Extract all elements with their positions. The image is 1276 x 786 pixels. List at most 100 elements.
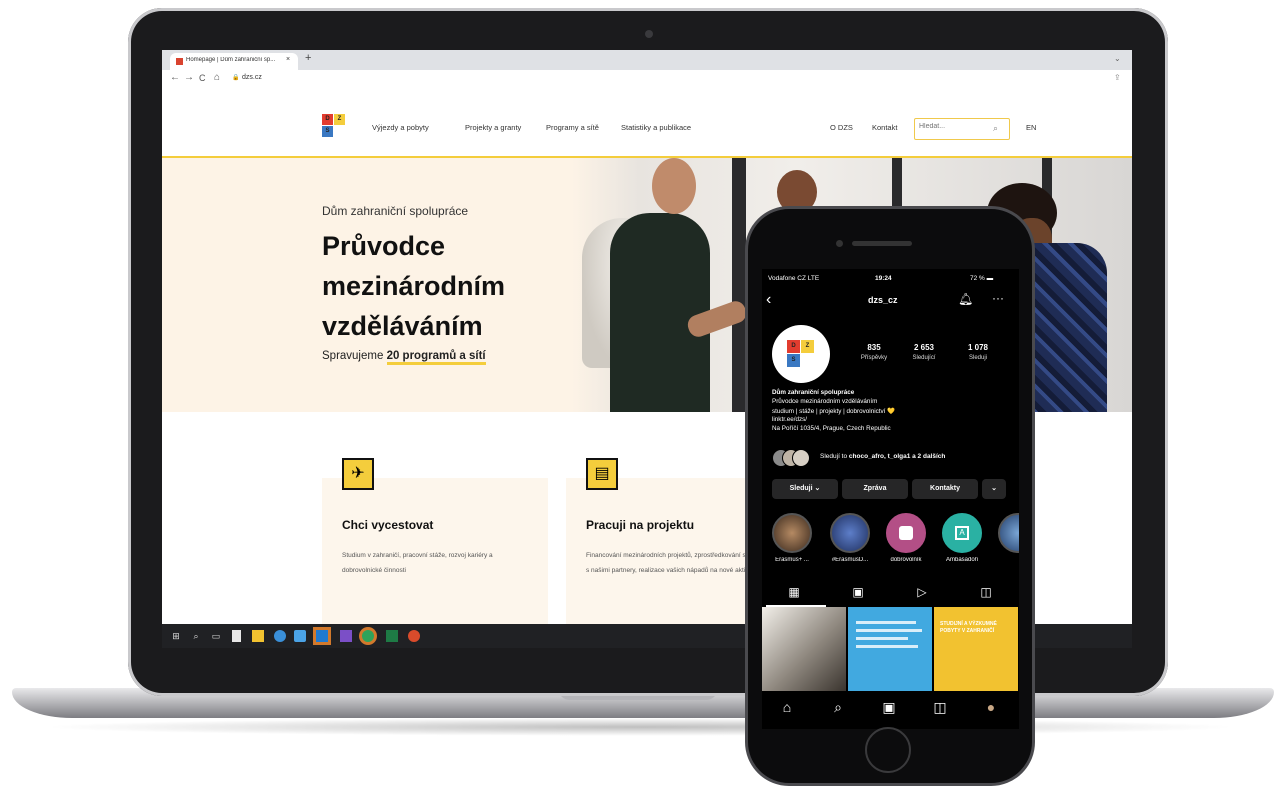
- more-icon[interactable]: ···: [992, 291, 1004, 305]
- nav-item-o-dzs[interactable]: O DZS: [830, 123, 853, 132]
- file-icon[interactable]: [232, 630, 241, 642]
- search-box[interactable]: ⌕: [914, 118, 1010, 140]
- post-image: [762, 607, 846, 691]
- app-icon[interactable]: [408, 630, 420, 642]
- person-body: [610, 213, 710, 412]
- status-time: 19:24: [875, 275, 892, 282]
- chrome-icon[interactable]: [362, 630, 374, 642]
- travel-icon: ✈: [342, 458, 374, 490]
- post-text-line: [856, 621, 916, 624]
- following-button[interactable]: Sleduji ⌄: [772, 479, 838, 499]
- home-icon[interactable]: ⌂: [214, 72, 220, 83]
- dzs-logo[interactable]: D Z S: [322, 114, 348, 140]
- stat-followers-label: Sledující: [912, 355, 936, 361]
- highlight-dobrovolnik[interactable]: [886, 513, 926, 553]
- post-thumbnail[interactable]: [848, 607, 932, 691]
- follower-avatar: [792, 449, 810, 467]
- logo-square-d: D: [322, 114, 333, 125]
- back-icon[interactable]: ←: [170, 72, 180, 83]
- post-text-line: [856, 637, 908, 640]
- language-switch[interactable]: EN: [1026, 123, 1036, 132]
- logo-square-z: Z: [801, 340, 814, 353]
- nav-item-statistiky[interactable]: Statistiky a publikace: [621, 123, 691, 132]
- favicon-icon: [176, 58, 183, 65]
- message-button[interactable]: Zpráva: [842, 479, 908, 499]
- app-icon[interactable]: [340, 630, 352, 642]
- highlight-more[interactable]: [998, 513, 1019, 553]
- bell-icon[interactable]: 🔔︎: [958, 292, 973, 306]
- logo-square-d: D: [787, 340, 800, 353]
- explorer-icon[interactable]: [252, 630, 264, 642]
- share-icon[interactable]: ⇪: [1114, 73, 1121, 82]
- logo-square-z: Z: [334, 114, 345, 125]
- chevron-down-icon[interactable]: ⌄: [1114, 54, 1121, 63]
- profile-icon[interactable]: ●: [966, 699, 1016, 715]
- new-tab-button[interactable]: +: [305, 52, 311, 64]
- more-suggestions-button[interactable]: ⌄: [982, 479, 1006, 499]
- profile-avatar[interactable]: D Z S: [772, 325, 830, 383]
- programs-link[interactable]: 20 programů a sítí: [386, 350, 486, 365]
- hero-subtitle-prefix: Spravujeme: [322, 350, 387, 362]
- post-thumbnail[interactable]: [762, 607, 846, 691]
- phone-camera: [836, 240, 843, 247]
- search-icon[interactable]: ⌕: [993, 123, 998, 134]
- followed-by[interactable]: Sledují to choco_afro, t_olga1 a 2 další…: [772, 449, 1019, 469]
- nav-item-kontakt[interactable]: Kontakt: [872, 123, 897, 132]
- task-view-icon[interactable]: ▭: [210, 630, 222, 642]
- stat-followers-count[interactable]: 2 653: [904, 343, 944, 352]
- card-travel[interactable]: ✈ Chci vycestovat Studium v zahraničí, p…: [322, 458, 548, 624]
- highlight-label: Ambasadoři: [945, 557, 978, 563]
- contacts-button[interactable]: Kontakty: [912, 479, 978, 499]
- nav-item-programy[interactable]: Programy a sítě: [546, 123, 599, 132]
- profile-username: dzs_cz: [868, 295, 898, 305]
- logo-square-s: S: [322, 126, 333, 137]
- search-input[interactable]: [919, 123, 989, 130]
- phone-screen: Vodafone CZ LTE 19:24 72 % ▬ ‹ dzs_cz 🔔︎…: [762, 269, 1019, 729]
- excel-icon[interactable]: [386, 630, 398, 642]
- highlight-ambasadori[interactable]: A: [942, 513, 982, 553]
- app-icon[interactable]: [274, 630, 286, 642]
- highlight-label: dobrovolník: [890, 557, 922, 563]
- highlight-erasmusd[interactable]: [830, 513, 870, 553]
- highlight-erasmus[interactable]: [772, 513, 812, 553]
- post-text-line: [856, 645, 918, 648]
- window-frame: [732, 158, 746, 412]
- video-tab-icon[interactable]: ▷: [890, 585, 954, 599]
- reels-icon[interactable]: ▣: [864, 699, 914, 716]
- document-icon: ▤: [586, 458, 618, 490]
- forward-icon[interactable]: →: [184, 72, 194, 83]
- browser-tab[interactable]: Homepage | Dům zahraniční sp... ×: [170, 53, 298, 70]
- tagged-tab-icon[interactable]: ◫: [954, 585, 1018, 599]
- url-field[interactable]: dzs.cz: [242, 74, 262, 81]
- home-icon[interactable]: ⌂: [762, 699, 812, 715]
- stat-posts-count[interactable]: 835: [854, 343, 894, 352]
- stat-following-count[interactable]: 1 078: [958, 343, 998, 352]
- bio-address[interactable]: Na Poříčí 1035/4, Prague, Czech Republic: [772, 425, 891, 432]
- site-header: D Z S Výjezdy a pobyty Projekty a granty…: [162, 88, 1132, 159]
- bio-name: Dům zahraniční spolupráce: [772, 389, 855, 396]
- app-icon[interactable]: [316, 630, 328, 642]
- lock-icon: 🔒: [232, 75, 240, 81]
- reels-tab-icon[interactable]: ▣: [826, 585, 890, 599]
- post-thumbnail[interactable]: STUDIJNÍ A VÝZKUMNÉ POBYTY V ZAHRANIČÍ: [934, 607, 1018, 691]
- nav-item-projekty[interactable]: Projekty a granty: [465, 123, 521, 132]
- bio-line: studium | stáže | projekty | dobrovolnic…: [772, 408, 895, 415]
- grid-tab-icon[interactable]: ▦: [762, 585, 826, 599]
- highlight-label: #ErasmusD...: [831, 557, 869, 563]
- app-icon[interactable]: [294, 630, 306, 642]
- search-icon[interactable]: ⌕: [190, 630, 202, 642]
- nav-item-vyjezdy[interactable]: Výjezdy a pobyty: [372, 123, 429, 132]
- followed-by-text: Sledují to choco_afro, t_olga1 a 2 další…: [820, 453, 945, 460]
- bio-link[interactable]: linktr.ee/dzs/: [772, 416, 807, 423]
- document-icon: [899, 526, 913, 540]
- shop-icon[interactable]: ◫: [915, 699, 965, 716]
- laptop-camera: [645, 30, 653, 38]
- windows-start-icon[interactable]: ⊞: [170, 630, 182, 642]
- search-icon[interactable]: ⌕: [813, 699, 863, 716]
- stat-posts-label: Příspěvky: [860, 355, 888, 361]
- tab-close-icon[interactable]: ×: [286, 56, 290, 63]
- reload-icon[interactable]: C: [199, 73, 206, 83]
- back-icon[interactable]: ‹: [766, 291, 771, 309]
- phone-home-button[interactable]: [865, 727, 911, 773]
- followed-by-names: choco_afro, t_olga1 a 2 dalších: [848, 453, 946, 460]
